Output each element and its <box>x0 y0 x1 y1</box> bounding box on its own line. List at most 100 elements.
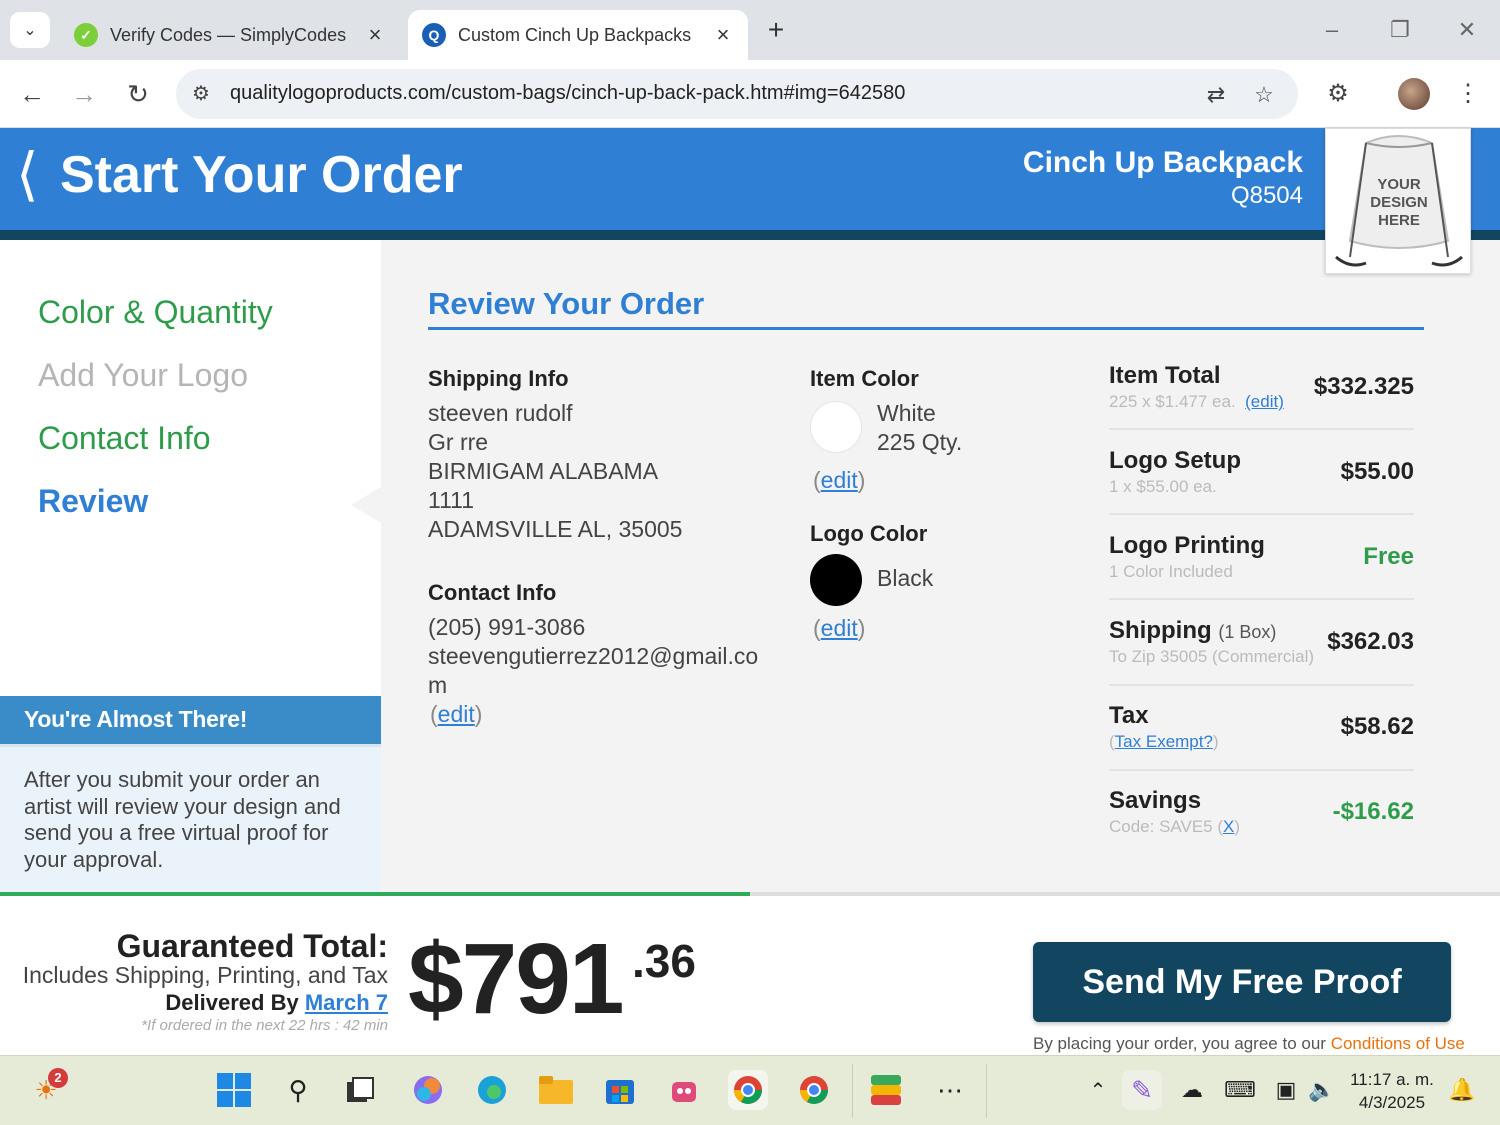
order-deadline-note: *If ordered in the next 22 hrs : 42 min <box>141 1017 388 1034</box>
edit-logo-color-text[interactable]: edit <box>821 615 858 641</box>
product-thumbnail[interactable]: YOUR DESIGN HERE <box>1325 128 1471 274</box>
menu-kebab-icon[interactable]: ⋮ <box>1450 76 1486 112</box>
step-contact-info[interactable]: Contact Info <box>38 418 211 458</box>
tax-sub: (Tax Exempt?) <box>1109 732 1219 751</box>
start-icon[interactable] <box>214 1070 254 1110</box>
shipping-line: BIRMIGAM ALABAMA <box>428 458 659 484</box>
minimize-icon[interactable]: – <box>1312 14 1352 46</box>
search-icon[interactable]: ⚲ <box>278 1070 318 1110</box>
tab-search-button[interactable]: ⌄ <box>10 12 50 48</box>
close-tab-icon[interactable]: × <box>712 22 734 48</box>
shipping-line: ADAMSVILLE AL, 35005 <box>428 516 683 542</box>
task-view-icon[interactable] <box>340 1070 380 1110</box>
logo-setup-value: $55.00 <box>1340 458 1414 485</box>
logo-color-heading: Logo Color <box>810 521 928 546</box>
edit-contact-text[interactable]: edit <box>438 701 475 727</box>
back-chevron-icon[interactable]: ⟨ <box>16 140 39 210</box>
copilot-icon[interactable] <box>408 1070 448 1110</box>
logo-printing-sub: 1 Color Included <box>1109 562 1233 581</box>
address-bar[interactable]: ⚙ qualitylogoproducts.com/custom-bags/ci… <box>176 69 1298 119</box>
extensions-icon[interactable]: ⚙ <box>1320 76 1356 112</box>
step-review[interactable]: Review <box>38 481 148 521</box>
edge-icon[interactable] <box>472 1070 512 1110</box>
bookmark-star-icon[interactable]: ☆ <box>1250 81 1278 109</box>
cloud-icon[interactable]: ☁ <box>1172 1070 1212 1110</box>
tab-simplycodes[interactable]: ✓ Verify Codes — SimplyCodes × <box>60 10 400 60</box>
page-title: Start Your Order <box>60 146 463 204</box>
terms-text: By placing your order, you agree to our … <box>1033 1034 1465 1054</box>
total-cents: .36 <box>632 935 696 987</box>
shipping-sub: To Zip 35005 (Commercial) <box>1109 647 1315 666</box>
stacked-app-icon[interactable] <box>866 1070 906 1110</box>
thumb-text-1: YOUR <box>1377 176 1421 193</box>
notification-icon[interactable]: 🔔 <box>1442 1070 1482 1110</box>
savings-value: -$16.62 <box>1332 798 1414 825</box>
address-toolbar: ← → ↻ ⚙ qualitylogoproducts.com/custom-b… <box>0 60 1500 128</box>
logo-setup-label: Logo Setup <box>1109 447 1241 474</box>
pen-icon[interactable]: ✎ <box>1122 1070 1162 1110</box>
chevron-up-icon[interactable]: ⌃ <box>1078 1070 1118 1110</box>
chrome-profile-icon[interactable] <box>794 1070 834 1110</box>
includes-text: Includes Shipping, Printing, and Tax <box>22 962 388 988</box>
volume-icon[interactable]: 🔈 <box>1302 1070 1342 1110</box>
step-add-logo[interactable]: Add Your Logo <box>38 355 248 395</box>
order-footer: Guaranteed Total: Includes Shipping, Pri… <box>0 896 1500 1055</box>
store-icon[interactable] <box>600 1070 640 1110</box>
file-explorer-icon[interactable] <box>536 1070 576 1110</box>
tax-label: Tax <box>1109 702 1149 729</box>
shipping-label: Shipping (1 Box) <box>1109 617 1276 645</box>
more-apps-icon[interactable]: ⋯ <box>930 1070 970 1110</box>
edit-logo-color-link[interactable]: (edit) <box>813 615 865 642</box>
savings-code: Code: SAVE5 <box>1109 817 1213 836</box>
keyboard-icon[interactable]: ⌨ <box>1220 1070 1260 1110</box>
widgets-badge: 2 <box>48 1068 68 1088</box>
close-window-icon[interactable]: ✕ <box>1447 14 1487 46</box>
profile-avatar[interactable] <box>1398 78 1430 110</box>
close-tab-icon[interactable]: × <box>364 22 386 48</box>
step-color-quantity[interactable]: Color & Quantity <box>38 292 273 332</box>
edit-item-total-link[interactable]: (edit) <box>1245 392 1284 411</box>
chrome-icon[interactable] <box>728 1070 768 1110</box>
total-dollars: $791 <box>408 923 624 1035</box>
tab-title: Custom Cinch Up Backpacks <box>458 24 692 45</box>
back-icon[interactable]: ← <box>14 76 50 112</box>
shipping-line: steeven rudolf <box>428 400 573 426</box>
forward-icon[interactable]: → <box>66 76 102 112</box>
translate-icon[interactable]: ⇄ <box>1202 81 1230 109</box>
review-divider <box>428 327 1424 330</box>
taskbar-divider <box>852 1064 853 1118</box>
edit-item-color-link[interactable]: (edit) <box>813 467 865 494</box>
tax-exempt-link[interactable]: Tax Exempt? <box>1115 732 1213 751</box>
tab-custom-cinch[interactable]: Q Custom Cinch Up Backpacks × <box>408 10 748 60</box>
system-clock[interactable]: 11:17 a. m. 4/3/2025 <box>1340 1068 1444 1114</box>
reload-icon[interactable]: ↻ <box>120 76 156 112</box>
shipping-value: $362.03 <box>1327 628 1414 655</box>
item-total-label: Item Total <box>1109 362 1221 389</box>
savings-sub: Code: SAVE5 (X) <box>1109 817 1241 836</box>
restore-icon[interactable]: ❐ <box>1380 14 1420 46</box>
url-text[interactable]: qualitylogoproducts.com/custom-bags/cinc… <box>230 82 905 105</box>
send-free-proof-button[interactable]: Send My Free Proof <box>1033 942 1451 1022</box>
edit-contact-link[interactable]: (edit) <box>430 701 482 728</box>
contact-email: steevengutierrez2012@gmail.co <box>428 643 759 669</box>
remove-code-link[interactable]: X <box>1223 817 1234 836</box>
item-color-heading: Item Color <box>810 366 919 391</box>
thumb-text-3: HERE <box>1378 212 1420 229</box>
browser-tab-bar: ⌄ ✓ Verify Codes — SimplyCodes × Q Custo… <box>0 0 1500 60</box>
simplycodes-icon: ✓ <box>74 23 98 47</box>
almost-there-text: After you submit your order an artist wi… <box>0 744 381 892</box>
site-info-icon[interactable]: ⚙ <box>188 81 214 107</box>
guaranteed-total-label: Guaranteed Total: <box>116 928 388 964</box>
edit-item-color-text[interactable]: edit <box>821 467 858 493</box>
new-tab-button[interactable]: + <box>760 14 792 46</box>
item-total-value: $332.325 <box>1313 373 1414 400</box>
network-icon[interactable]: ▣ <box>1266 1070 1306 1110</box>
tax-value: $58.62 <box>1340 713 1414 740</box>
item-color-swatch <box>810 401 862 453</box>
almost-there-banner: You're Almost There! <box>0 696 381 744</box>
delivery-date-link[interactable]: March 7 <box>305 990 388 1015</box>
assistant-app-icon[interactable] <box>664 1070 704 1110</box>
contact-email-wrap: m <box>428 672 448 698</box>
conditions-of-use-link[interactable]: Conditions of Use <box>1331 1034 1465 1053</box>
tab-title: Verify Codes — SimplyCodes <box>110 24 347 45</box>
